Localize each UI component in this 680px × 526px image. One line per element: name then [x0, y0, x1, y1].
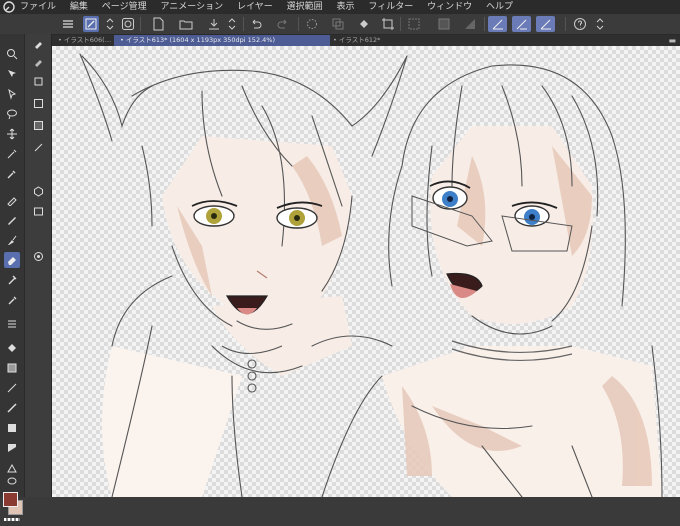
tab-menu-icon[interactable]: ▬ — [668, 35, 676, 46]
new-file-icon[interactable] — [150, 16, 166, 32]
clear-selection-icon[interactable] — [406, 16, 422, 32]
lasso-icon[interactable] — [4, 106, 20, 122]
sub-tool-palette — [25, 34, 52, 497]
chevron-updown-icon-2[interactable] — [224, 16, 240, 32]
loading-spinner-icon[interactable] — [304, 16, 320, 32]
move-layer-icon[interactable] — [4, 66, 20, 82]
brush-icon[interactable] — [4, 232, 20, 248]
tab-illust-612[interactable]: • イラスト612* — [327, 35, 403, 46]
menu-selection[interactable]: 選択範囲 — [287, 0, 323, 14]
copy-icon[interactable] — [330, 16, 346, 32]
menu-bar: ファイル 編集 ページ管理 アニメーション レイヤー 選択範囲 表示 フィルター… — [0, 0, 680, 14]
tab-illust-613[interactable]: • イラスト613* (1604 x 1193px 350dpi 152.4%) — [114, 35, 330, 46]
menu-window[interactable]: ウィンドウ — [427, 0, 472, 14]
blend-icon[interactable] — [4, 272, 20, 288]
tab-label: イラスト606(… — [63, 36, 112, 44]
save-icon[interactable] — [206, 16, 222, 32]
zoom-icon[interactable] — [4, 46, 20, 62]
invert-selection-icon[interactable] — [436, 16, 452, 32]
sub-tool-icon-9[interactable] — [31, 249, 46, 264]
auto-select-icon[interactable] — [4, 146, 20, 162]
eraser-icon[interactable] — [4, 252, 20, 268]
fill-bucket-icon[interactable] — [356, 16, 372, 32]
artwork-illustration — [79, 53, 663, 497]
sub-tool-icon-2[interactable] — [31, 54, 46, 69]
menu-animation[interactable]: アニメーション — [160, 0, 223, 14]
grid-snap-icon[interactable] — [536, 16, 555, 32]
menu-edit[interactable]: 編集 — [70, 0, 88, 14]
transparent-color-swatch[interactable] — [4, 518, 20, 521]
sub-tool-icon-7[interactable] — [31, 184, 46, 199]
sub-tool-icon-1[interactable] — [31, 36, 46, 51]
selection-border-icon[interactable] — [462, 16, 478, 32]
menu-filter[interactable]: フィルター — [368, 0, 413, 14]
help-icon[interactable] — [572, 16, 588, 32]
eyedropper-icon[interactable] — [4, 166, 20, 182]
chevron-updown-icon[interactable] — [102, 16, 118, 32]
document-tab-bar: • イラスト606(… • イラスト613* (1604 x 1193px 35… — [52, 35, 680, 46]
fill-icon[interactable] — [4, 340, 20, 356]
open-folder-icon[interactable] — [178, 16, 194, 32]
sub-tool-icon-6[interactable] — [31, 140, 46, 155]
brush-tool-icon[interactable] — [83, 16, 99, 32]
balloon-icon[interactable] — [4, 474, 20, 490]
sub-tool-icon-4[interactable] — [31, 96, 46, 111]
clip-studio-icon[interactable] — [120, 16, 136, 32]
ruler-icon[interactable] — [4, 440, 20, 456]
airbrush-icon[interactable] — [4, 292, 20, 308]
menu-help[interactable]: ヘルプ — [486, 0, 513, 14]
menu-layer[interactable]: レイヤー — [237, 0, 273, 14]
chevron-updown-icon-3[interactable] — [592, 16, 608, 32]
shape-icon[interactable] — [4, 420, 20, 436]
decoration-icon[interactable] — [4, 316, 20, 332]
undo-icon[interactable] — [248, 16, 264, 32]
crop-icon[interactable] — [380, 16, 396, 32]
tab-label: イラスト613* (1604 x 1193px 350dpi 152.4%) — [125, 36, 275, 44]
clip-studio-logo-icon[interactable] — [3, 1, 15, 13]
tool-palette — [0, 34, 25, 521]
pencil-icon[interactable] — [4, 212, 20, 228]
drawing-canvas[interactable] — [52, 46, 680, 497]
gradient-icon[interactable] — [4, 360, 20, 376]
ruler-snap-icon[interactable] — [488, 16, 507, 32]
tab-label: イラスト612* — [338, 36, 381, 44]
figure-icon[interactable] — [4, 380, 20, 396]
command-bar — [0, 14, 680, 35]
hamburger-menu-icon[interactable] — [60, 16, 76, 32]
main-color-swatch[interactable] — [3, 492, 18, 507]
pen-icon[interactable] — [4, 192, 20, 208]
menu-page[interactable]: ページ管理 — [102, 0, 147, 14]
sub-tool-icon-5[interactable] — [31, 118, 46, 133]
tab-illust-606[interactable]: • イラスト606(… — [52, 35, 118, 46]
special-ruler-snap-icon[interactable] — [512, 16, 531, 32]
menu-file[interactable]: ファイル — [20, 0, 56, 14]
sub-tool-icon-3[interactable] — [31, 74, 46, 89]
menu-view[interactable]: 表示 — [337, 0, 355, 14]
redo-icon[interactable] — [275, 16, 291, 32]
move-icon[interactable] — [4, 126, 20, 142]
sub-tool-icon-8[interactable] — [31, 204, 46, 219]
color-swatches[interactable] — [3, 492, 23, 526]
operation-icon[interactable] — [4, 86, 20, 102]
frame-border-icon[interactable] — [4, 400, 20, 416]
